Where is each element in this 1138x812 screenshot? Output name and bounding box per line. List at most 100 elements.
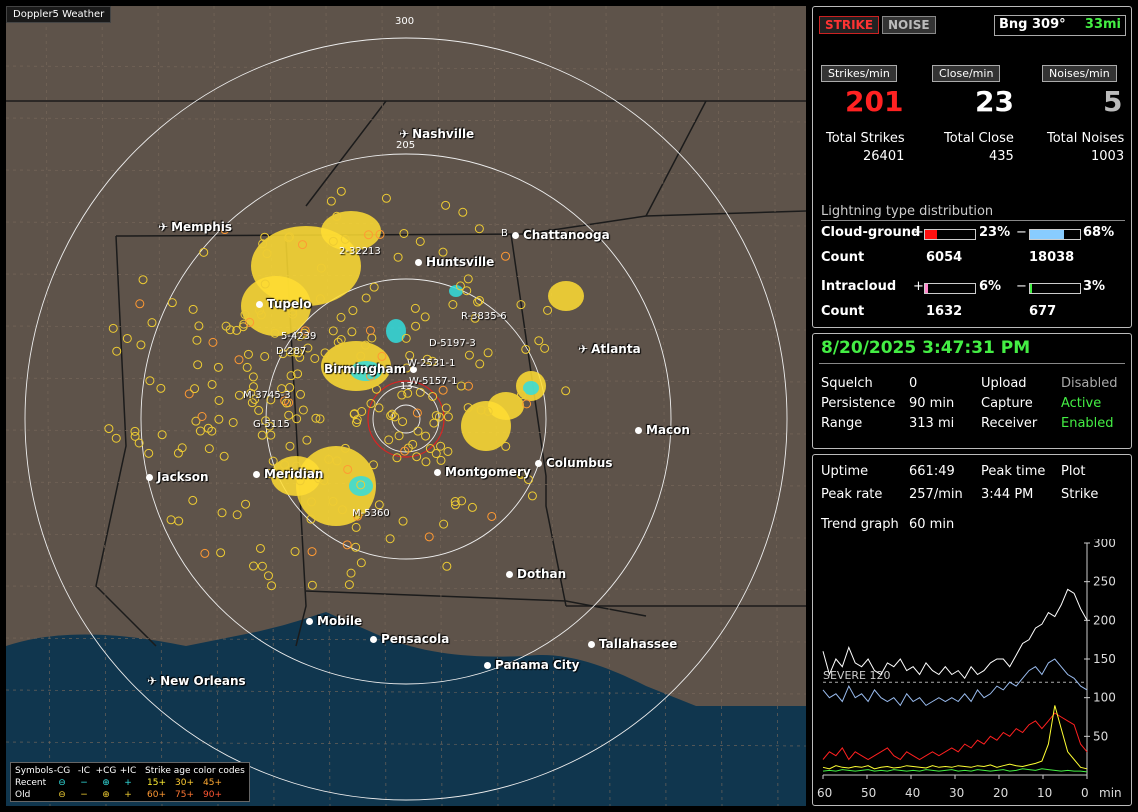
capture-value[interactable]: Active xyxy=(1061,396,1101,411)
strike-marker xyxy=(290,547,300,557)
strikes-per-min-value: 201 xyxy=(845,85,904,118)
storm-cell-label[interactable]: G-5115 xyxy=(253,419,290,430)
trend-graph-label: Trend graph xyxy=(821,517,899,532)
cg-positive-bar xyxy=(924,229,976,240)
cloud-ground-label: Cloud-ground xyxy=(821,225,921,240)
cg-plus-sign: + xyxy=(913,225,924,240)
ic-positive-bar xyxy=(924,283,976,294)
strike-marker xyxy=(192,335,202,345)
strike-marker xyxy=(232,510,242,520)
storm-cell-label[interactable]: 2-32213 xyxy=(339,246,381,257)
storm-cell-label[interactable]: D-287 xyxy=(276,346,306,357)
ic-plus-sign: + xyxy=(913,279,924,294)
strike-marker xyxy=(467,502,477,512)
airport-icon: ✈ xyxy=(147,674,158,688)
strike-marker xyxy=(298,405,308,415)
x-tick-label: 30 xyxy=(949,786,964,800)
county-line-h-9 xyxy=(6,533,806,539)
strike-marker xyxy=(357,407,367,417)
y-tick-label: 100 xyxy=(1093,691,1116,705)
city-mobile: Mobile xyxy=(306,614,362,628)
strike-marker xyxy=(442,561,452,571)
state-border-5 xyxy=(305,590,647,617)
storm-cell-label[interactable]: B xyxy=(501,228,508,239)
strike-marker xyxy=(122,333,132,343)
city-label: Dothan xyxy=(517,567,567,581)
capture-label: Capture xyxy=(981,396,1033,411)
storm-cell-label[interactable]: D-5197-3 xyxy=(429,338,476,349)
strike-marker xyxy=(487,511,497,521)
city-atlanta: ✈ Atlanta xyxy=(578,342,641,356)
strike-marker xyxy=(249,561,259,571)
noise-mode-button[interactable]: NOISE xyxy=(882,16,936,34)
strike-marker xyxy=(167,298,177,308)
strike-marker xyxy=(371,384,381,394)
county-line-v-11 xyxy=(661,6,667,806)
city-dot-icon xyxy=(484,662,491,669)
strike-marker xyxy=(367,333,377,343)
legend-recent-ic-pos: + xyxy=(124,778,132,788)
legend-age-45: 45+ xyxy=(203,778,222,788)
strike-mode-button[interactable]: STRIKE xyxy=(819,16,880,34)
map-canvas xyxy=(6,6,806,806)
close-per-min-label: Close/min xyxy=(932,65,1001,82)
strike-marker xyxy=(443,446,453,456)
squelch-label: Squelch xyxy=(821,376,873,391)
plot-value[interactable]: Strike xyxy=(1061,487,1098,502)
strike-marker xyxy=(534,336,544,346)
persistence-value: 90 min xyxy=(909,396,955,411)
receiver-label: Receiver xyxy=(981,416,1038,431)
storm-cell-label[interactable]: M-3745-3 xyxy=(243,390,291,401)
storm-cell-label[interactable]: W-2531-1 xyxy=(407,358,456,369)
city-label: Memphis xyxy=(171,220,233,234)
strike-marker xyxy=(336,186,346,196)
airport-icon: ✈ xyxy=(399,127,410,141)
strike-marker xyxy=(464,350,474,360)
strike-marker xyxy=(255,543,265,553)
peak-time-value: 3:44 PM xyxy=(981,487,1034,502)
ic-minus-sign: − xyxy=(1016,279,1027,294)
strike-marker xyxy=(136,340,146,350)
city-label: Meridian xyxy=(264,467,324,481)
status-panel: 8/20/2025 3:47:31 PM Squelch 0 Upload Di… xyxy=(812,333,1132,449)
strike-marker xyxy=(356,558,366,568)
storm-cell-label[interactable]: W-5157-1 xyxy=(409,376,458,387)
map-legend: Symbols -CG -IC +CG +IC Strike age color… xyxy=(10,762,250,802)
legend-old-ic-neg: − xyxy=(80,790,88,800)
upload-value[interactable]: Disabled xyxy=(1061,376,1117,391)
storm-cell-label[interactable]: M-5360 xyxy=(352,508,390,519)
total-strikes-label: Total Strikes xyxy=(826,131,905,146)
county-line-v-12 xyxy=(717,6,723,806)
legend-age-15: 15+ xyxy=(147,778,166,788)
strike-marker xyxy=(242,362,252,372)
strike-marker xyxy=(328,326,338,336)
storm-cell-label[interactable]: R-3835-6 xyxy=(461,311,507,322)
strike-marker xyxy=(392,453,402,463)
strike-marker xyxy=(228,417,238,427)
uptime-value: 661:49 xyxy=(909,464,955,479)
strike-marker xyxy=(336,312,346,322)
distribution-divider xyxy=(821,220,1125,221)
receiver-value[interactable]: Enabled xyxy=(1061,416,1114,431)
legend-age-30: 30+ xyxy=(175,778,194,788)
trend-window-value: 60 min xyxy=(909,517,955,532)
ring-label-outer: 300 xyxy=(395,16,415,27)
city-dot-icon xyxy=(415,259,422,266)
ic-negative-percent: 3% xyxy=(1083,279,1106,294)
strike-marker xyxy=(381,193,391,203)
strike-marker xyxy=(527,491,537,501)
strike-marker xyxy=(420,312,430,322)
trend-series-3 xyxy=(822,705,1088,770)
lightning-map[interactable]: Doppler5 Weather 300 205 13 ✈ Nashville ✈ M… xyxy=(6,6,806,806)
total-noises-value: 1003 xyxy=(1091,149,1125,164)
legend-age-label: Strike age color codes xyxy=(145,766,245,776)
storm-cell-6 xyxy=(488,392,524,420)
strike-marker xyxy=(112,346,122,356)
county-line-h-2 xyxy=(6,169,806,175)
strike-marker xyxy=(351,522,361,532)
strikes-per-min-label: Strikes/min xyxy=(821,65,897,82)
storm-cell-label[interactable]: 5-4239 xyxy=(281,331,316,342)
legend-old-label: Old xyxy=(15,790,31,800)
strike-marker xyxy=(346,568,356,578)
strike-marker xyxy=(260,351,270,361)
